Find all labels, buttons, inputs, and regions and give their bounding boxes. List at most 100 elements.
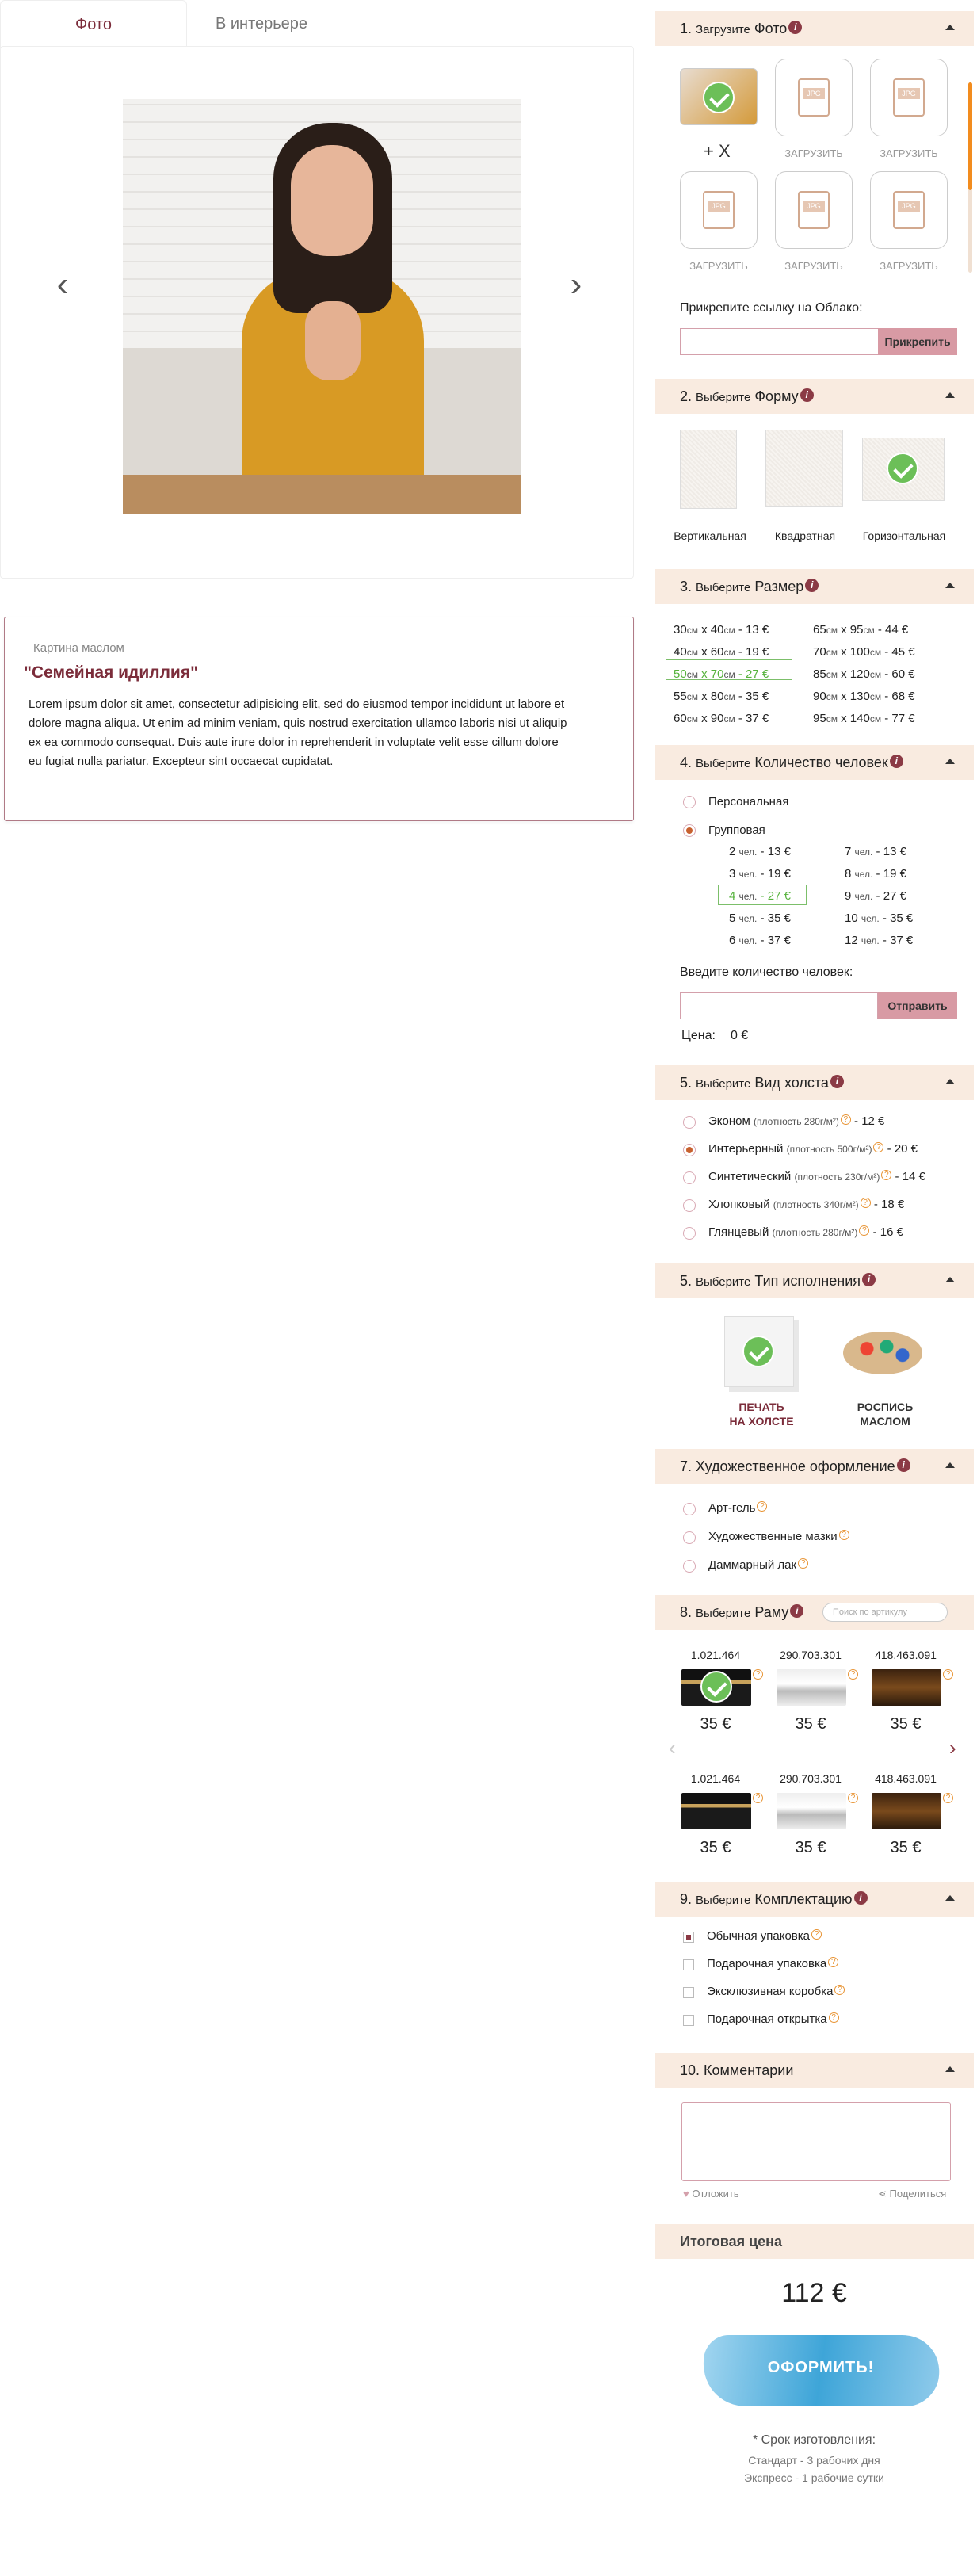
frames-next-icon[interactable]: › — [949, 1736, 956, 1760]
radio-canvas-4[interactable] — [683, 1227, 696, 1240]
radio-dammar-varnish[interactable] — [683, 1560, 696, 1573]
people-option[interactable]: 2 чел. - 13 € — [729, 845, 791, 858]
share-link[interactable]: ⋖ Поделиться — [878, 2188, 946, 2200]
frames-prev-icon[interactable]: ‹ — [669, 1736, 676, 1760]
people-option[interactable]: 5 чел. - 35 € — [729, 912, 791, 925]
prev-arrow-icon[interactable]: ‹ — [47, 261, 78, 308]
section-upload-photo[interactable]: 1. Загрузите Фото i — [655, 11, 974, 46]
comment-textarea[interactable] — [681, 2102, 951, 2181]
section-size[interactable]: 3. Выберите Размер i — [655, 569, 974, 604]
frame-swatch[interactable] — [777, 1793, 846, 1829]
people-option[interactable]: 9 чел. - 27 € — [845, 889, 906, 903]
radio-canvas-3[interactable] — [683, 1199, 696, 1212]
checkbox-package-3[interactable] — [683, 2015, 694, 2026]
info-icon[interactable]: i — [805, 579, 819, 592]
tab-interior[interactable]: В интерьере — [190, 0, 333, 48]
frame-swatch[interactable] — [872, 1669, 941, 1706]
collapse-caret-icon[interactable] — [945, 583, 955, 588]
frame-swatch[interactable] — [777, 1669, 846, 1706]
checkbox-package-0[interactable] — [683, 1932, 694, 1943]
size-option-left[interactable]: 55см х 80см - 35 € — [674, 690, 769, 703]
section-people[interactable]: 4. Выберите Количество человек i — [655, 745, 974, 780]
oil-painting-label[interactable]: РОСПИСЬ МАСЛОМ — [834, 1400, 937, 1428]
upload-scrollbar[interactable] — [968, 82, 972, 273]
section-artistic-design[interactable]: 7. Художественное оформление i — [655, 1449, 974, 1484]
uploaded-photo-thumb[interactable] — [680, 68, 758, 125]
send-button[interactable]: Отправить — [878, 992, 957, 1019]
people-option[interactable]: 12 чел. - 37 € — [845, 934, 913, 947]
help-icon[interactable]: ? — [943, 1793, 953, 1803]
attach-button[interactable]: Прикрепить — [878, 328, 957, 355]
size-option-right[interactable]: 85см х 120см - 60 € — [813, 667, 915, 681]
radio-group[interactable] — [683, 824, 696, 837]
size-option-left[interactable]: 50см х 70см - 27 € — [674, 667, 769, 681]
radio-brush-strokes[interactable] — [683, 1531, 696, 1544]
people-option[interactable]: 10 чел. - 35 € — [845, 912, 913, 925]
section-comments[interactable]: 10. Комментарии — [655, 2053, 974, 2088]
size-option-left[interactable]: 60см х 90см - 37 € — [674, 712, 769, 725]
section-canvas-type[interactable]: 5. Выберите Вид холста i — [655, 1065, 974, 1100]
frame-swatch[interactable] — [681, 1793, 751, 1829]
canvas-print-icon[interactable] — [724, 1316, 794, 1387]
collapse-caret-icon[interactable] — [945, 1895, 955, 1901]
size-option-left[interactable]: 30см х 40см - 13 € — [674, 623, 769, 636]
section-shape[interactable]: 2. Выберите Форму i — [655, 379, 974, 414]
radio-canvas-2[interactable] — [683, 1171, 696, 1184]
radio-canvas-1[interactable] — [683, 1144, 696, 1156]
people-option[interactable]: 6 чел. - 37 € — [729, 934, 791, 947]
size-option-right[interactable]: 70см х 100см - 45 € — [813, 645, 915, 659]
shape-horizontal[interactable] — [862, 438, 945, 501]
radio-personal[interactable] — [683, 796, 696, 808]
info-icon[interactable]: i — [790, 1604, 804, 1618]
collapse-caret-icon[interactable] — [945, 1277, 955, 1282]
info-icon[interactable]: i — [896, 1458, 910, 1472]
collapse-caret-icon[interactable] — [945, 1079, 955, 1084]
size-option-right[interactable]: 90см х 130см - 68 € — [813, 690, 915, 703]
help-icon[interactable]: ? — [753, 1793, 763, 1803]
collapse-caret-icon[interactable] — [945, 25, 955, 30]
info-icon[interactable]: i — [862, 1273, 876, 1286]
help-icon[interactable]: ? — [943, 1669, 953, 1680]
tab-photo[interactable]: Фото — [0, 0, 187, 48]
oil-palette-icon[interactable] — [843, 1332, 922, 1374]
postpone-link[interactable]: ♥ Отложить — [683, 2188, 739, 2200]
radio-canvas-0[interactable] — [683, 1116, 696, 1129]
info-icon[interactable]: i — [853, 1891, 868, 1905]
checkbox-package-2[interactable] — [683, 1987, 694, 1998]
info-icon[interactable]: i — [889, 755, 903, 768]
print-on-canvas-label[interactable]: ПЕЧАТЬ НА ХОЛСТЕ — [710, 1400, 813, 1428]
info-icon[interactable]: i — [788, 21, 803, 34]
order-button-label[interactable]: ОФОРМИТЬ! — [702, 2359, 940, 2377]
upload-slot[interactable]: JPG — [870, 171, 948, 249]
next-arrow-icon[interactable]: › — [560, 261, 592, 308]
size-option-right[interactable]: 95см х 140см - 77 € — [813, 712, 915, 725]
add-more-label[interactable]: + X — [704, 141, 731, 162]
upload-slot[interactable]: JPG — [775, 171, 853, 249]
collapse-caret-icon[interactable] — [945, 1462, 955, 1468]
help-icon[interactable]: ? — [848, 1793, 858, 1803]
shape-vertical[interactable] — [680, 430, 737, 509]
section-execution-type[interactable]: 5. Выберите Тип исполнения i — [655, 1263, 974, 1298]
shape-square[interactable] — [765, 430, 843, 507]
collapse-caret-icon[interactable] — [945, 392, 955, 398]
collapse-caret-icon[interactable] — [945, 759, 955, 764]
radio-art-gel[interactable] — [683, 1503, 696, 1515]
size-option-right[interactable]: 65см х 95см - 44 € — [813, 623, 908, 636]
cloud-link-input[interactable] — [680, 328, 880, 355]
people-option[interactable]: 8 чел. - 19 € — [845, 867, 906, 881]
section-package[interactable]: 9. Выберите Комплектацию i — [655, 1882, 974, 1917]
info-icon[interactable]: i — [800, 388, 814, 402]
people-count-input[interactable] — [680, 992, 878, 1019]
people-option[interactable]: 7 чел. - 13 € — [845, 845, 906, 858]
size-option-left[interactable]: 40см х 60см - 19 € — [674, 645, 769, 659]
upload-slot[interactable]: JPG — [870, 59, 948, 136]
checkbox-package-1[interactable] — [683, 1959, 694, 1970]
help-icon[interactable]: ? — [753, 1669, 763, 1680]
frame-search-input[interactable]: Поиск по артикулу — [822, 1603, 948, 1622]
people-option[interactable]: 3 чел. - 19 € — [729, 867, 791, 881]
frame-swatch[interactable] — [681, 1669, 751, 1706]
section-frame[interactable]: 8. Выберите Раму i Поиск по артикулу — [655, 1595, 974, 1630]
upload-slot[interactable]: JPG — [775, 59, 853, 136]
info-icon[interactable]: i — [830, 1075, 844, 1088]
help-icon[interactable]: ? — [848, 1669, 858, 1680]
